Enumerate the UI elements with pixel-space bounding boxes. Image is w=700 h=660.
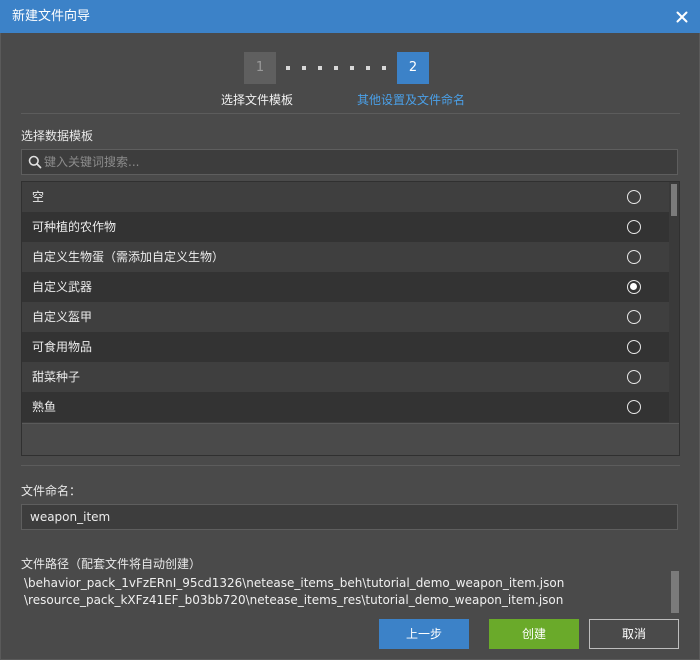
list-item-label: 自定义生物蛋（需添加自定义生物） (32, 250, 225, 264)
list-item[interactable]: 自定义生物蛋（需添加自定义生物） (22, 242, 669, 272)
list-item-label: 自定义武器 (32, 280, 93, 294)
search-input[interactable] (44, 150, 664, 174)
radio-button-selected[interactable] (627, 280, 641, 294)
search-icon (28, 155, 42, 169)
path-scrollbar-thumb[interactable] (671, 571, 679, 613)
list-item[interactable]: 可食用物品 (22, 332, 669, 362)
file-path-line: \resource_pack_kXFz41EF_b03bb720\netease… (24, 593, 564, 607)
radio-button[interactable] (627, 370, 641, 384)
cancel-button[interactable]: 取消 (589, 619, 679, 649)
step-1-label: 选择文件模板 (221, 93, 294, 107)
radio-button[interactable] (627, 220, 641, 234)
file-name-input[interactable] (21, 504, 678, 530)
list-item-label: 可食用物品 (32, 340, 93, 354)
file-path-line: \behavior_pack_1vFzERnI_95cd1326\netease… (24, 576, 565, 590)
list-item[interactable]: 熟鱼 (22, 392, 669, 422)
list-item[interactable]: 自定义武器 (22, 272, 669, 302)
list-item-label: 可种植的农作物 (32, 220, 117, 234)
step-connector (286, 66, 386, 71)
list-item-label: 熟鱼 (32, 400, 57, 414)
radio-button[interactable] (627, 400, 641, 414)
step-2-indicator: 2 (397, 52, 429, 84)
list-footer (22, 423, 679, 455)
radio-button[interactable] (627, 310, 641, 324)
list-scrollbar-thumb[interactable] (671, 184, 677, 216)
create-button[interactable]: 创建 (489, 619, 579, 649)
previous-button[interactable]: 上一步 (379, 619, 469, 649)
title-bar: 新建文件向导 (0, 0, 700, 33)
list-item-label: 甜菜种子 (32, 370, 81, 384)
list-item[interactable]: 甜菜种子 (22, 362, 669, 392)
window-title: 新建文件向导 (12, 9, 91, 24)
list-item[interactable]: 可种植的农作物 (22, 212, 669, 242)
divider (21, 465, 680, 466)
close-icon[interactable] (672, 7, 692, 27)
template-section-label: 选择数据模板 (21, 129, 94, 143)
file-path-list: \behavior_pack_1vFzERnI_95cd1326\netease… (24, 575, 664, 613)
radio-button[interactable] (627, 340, 641, 354)
list-scrollbar[interactable] (669, 182, 679, 422)
file-path-label: 文件路径（配套文件将自动创建） (21, 557, 202, 571)
divider (21, 113, 680, 114)
list-item[interactable]: 空 (22, 182, 669, 212)
file-name-label: 文件命名： (21, 484, 82, 498)
template-list: 空 可种植的农作物 自定义生物蛋（需添加自定义生物） 自定义武器 自定义盔甲 可… (21, 181, 680, 456)
radio-button[interactable] (627, 190, 641, 204)
list-item-label: 自定义盔甲 (32, 310, 93, 324)
radio-button[interactable] (627, 250, 641, 264)
list-item-label: 空 (32, 190, 45, 204)
list-item[interactable]: 自定义盔甲 (22, 302, 669, 332)
step-1-indicator: 1 (244, 52, 276, 84)
step-2-label: 其他设置及文件命名 (357, 93, 466, 107)
search-box (21, 149, 678, 175)
